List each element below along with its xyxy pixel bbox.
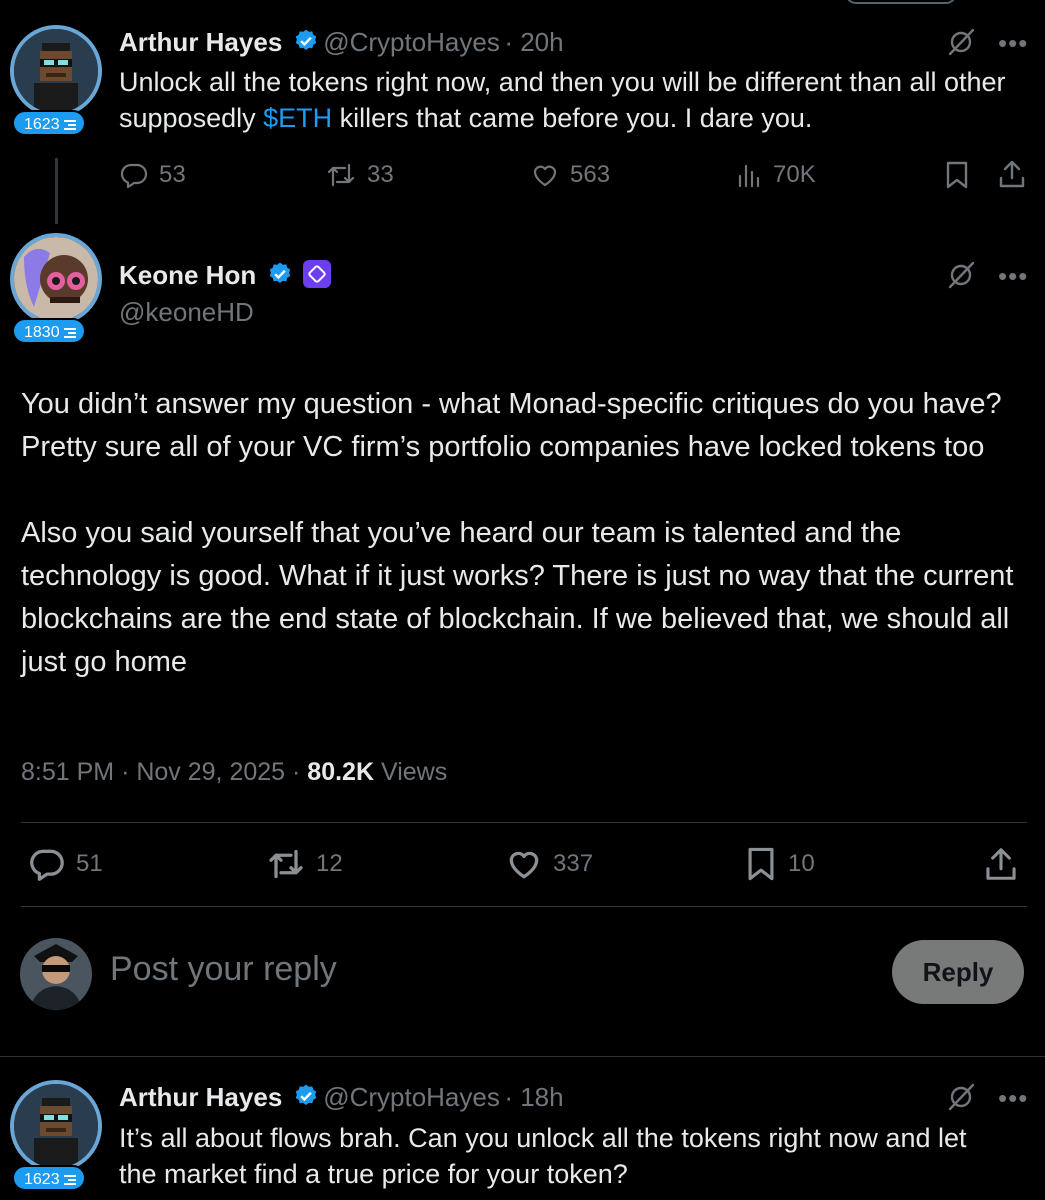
divider [21,906,1027,907]
repost-button[interactable]: 33 [325,160,394,190]
pixel-avatar-icon [14,1084,98,1168]
post-date[interactable]: Nov 29, 2025 [136,758,285,786]
views-button[interactable]: 70K [737,160,816,190]
main-tweet-text: You didn’t answer my question - what Mon… [21,388,1014,678]
views-count: 80.2K [307,758,375,786]
like-icon [533,165,557,187]
cashtag-link[interactable]: $ETH [263,103,332,133]
author-name[interactable]: Arthur Hayes [119,1082,282,1112]
section-divider [0,1056,1045,1057]
more-icon[interactable]: ••• [998,1083,1028,1114]
bookmark-button[interactable]: 10 [744,845,815,883]
more-icon[interactable]: ••• [998,261,1028,292]
user-avatar-icon [20,938,92,1010]
reply-button[interactable]: 53 [119,160,186,190]
grok-icon[interactable] [946,27,976,62]
badge-count: 1623 [12,1165,86,1191]
reply-button[interactable]: 51 [28,845,103,883]
repost-icon [327,163,355,187]
reply-submit-button[interactable]: Reply [892,940,1024,1004]
author-handle[interactable]: @CryptoHayes [323,27,500,57]
divider [21,822,1027,823]
author-handle[interactable]: @CryptoHayes [323,1082,500,1112]
top-pill-edge [845,0,957,4]
grok-icon[interactable] [946,260,976,295]
reply-input[interactable]: Post your reply [110,950,337,989]
tweet-header: Arthur Hayes @CryptoHayes · 20h [119,27,564,57]
more-icon[interactable]: ••• [998,28,1028,59]
like-button[interactable]: 337 [505,845,593,883]
author-handle[interactable]: @keoneHD [119,297,254,328]
author-name[interactable]: Arthur Hayes [119,27,282,57]
bookmark-icon[interactable] [943,160,971,195]
bookmark-icon [748,847,774,881]
avatar-keone[interactable] [10,233,102,325]
verified-icon [269,262,290,283]
badge-count: 1623 [12,110,86,136]
like-icon [509,851,539,879]
thread-connector [55,158,58,224]
share-icon[interactable] [983,845,1019,888]
main-author-line: Keone Hon [119,260,332,291]
post-time[interactable]: 18h [520,1082,563,1112]
repost-icon [269,849,303,879]
tweet-text: It’s all about flows brah. Can you unloc… [119,1123,967,1189]
like-button[interactable]: 563 [530,160,610,190]
verified-icon [295,1084,317,1105]
post-meta: 8:51 PM · Nov 29, 2025 · 80.2K Views [21,758,448,786]
verified-icon [295,29,317,50]
pixel-avatar-icon [14,29,98,113]
post-time[interactable]: 20h [520,27,563,57]
repost-button[interactable]: 12 [266,845,343,883]
author-name[interactable]: Keone Hon [119,260,256,290]
avatar-current-user[interactable] [20,938,92,1010]
tweet-header: Arthur Hayes @CryptoHayes · 18h [119,1082,564,1112]
post-time[interactable]: 8:51 PM [21,758,114,786]
pixel-avatar-icon [14,237,98,321]
views-label: Views [380,758,448,786]
views-icon [738,164,760,188]
avatar-arthur[interactable] [10,25,102,117]
reply-icon [30,849,64,881]
tweet-text: Unlock all the tokens right now, and the… [119,67,1006,133]
affiliation-badge-icon[interactable] [303,260,332,288]
share-icon[interactable] [997,158,1027,195]
grok-icon[interactable] [946,1082,976,1117]
badge-count: 1830 [12,318,86,344]
avatar-arthur[interactable] [10,1080,102,1172]
reply-icon [120,163,148,189]
